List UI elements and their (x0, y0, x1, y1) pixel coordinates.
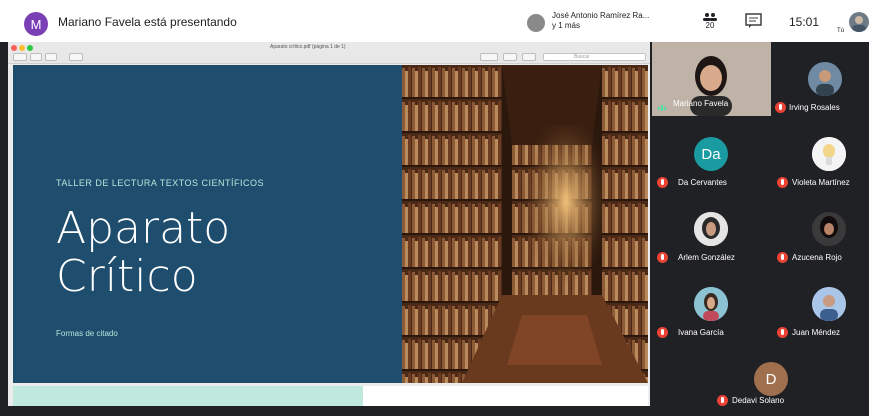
participant-tile-azucena[interactable]: Azucena Rojo (772, 208, 869, 266)
participant-name: Azucena Rojo (792, 253, 842, 262)
also-presenting-avatar[interactable] (527, 14, 545, 32)
participant-name: Mariano Favela (673, 99, 729, 108)
self-avatar[interactable] (849, 12, 869, 32)
participant-name: Dedavi Solano (732, 396, 785, 405)
minimize-window-button[interactable] (19, 45, 25, 51)
rotate-button[interactable] (503, 53, 517, 61)
participant-tile-irving[interactable]: Irving Rosales (772, 58, 869, 116)
participant-name: Arlem González (678, 253, 735, 262)
slide-kicker: TALLER DE LECTURA TEXTOS CIENTÍFICOS (56, 178, 265, 188)
zoom-out-button[interactable] (30, 53, 42, 61)
participant-name: Juan Méndez (792, 328, 841, 337)
slide-title: Aparato Crítico (56, 203, 231, 302)
library-illustration (402, 65, 648, 383)
presenting-banner: Mariano Favela está presentando (58, 15, 237, 29)
clock: 15:01 (789, 15, 820, 29)
participant-name: Ivana García (678, 328, 724, 337)
participant-tile-ivana[interactable]: Ivana García (652, 283, 762, 341)
speaking-icon (658, 99, 667, 111)
participant-tile-arlem[interactable]: Arlem González (652, 208, 762, 266)
participant-tile-mariano[interactable]: Mariano Favela (652, 42, 771, 116)
mic-off-icon (777, 177, 788, 188)
mic-off-icon (657, 327, 668, 338)
also-presenting-name: José Antonio Ramírez Ra... (552, 11, 650, 20)
avatar: D (754, 362, 788, 396)
also-presenting-more: y 1 más (552, 21, 581, 30)
mic-off-icon (657, 252, 668, 263)
avatar (812, 287, 846, 321)
library-photo (402, 65, 648, 383)
self-label: Tú (837, 28, 845, 34)
sidebar-toggle-button[interactable] (13, 53, 27, 61)
participant-tile-violeta[interactable]: Violeta Martínez (772, 133, 869, 191)
user-photo-icon (852, 16, 866, 32)
participant-tile-da[interactable]: Da Da Cervantes (652, 133, 762, 191)
avatar: Da (694, 137, 728, 171)
participant-tile-juan[interactable]: Juan Méndez (772, 283, 869, 341)
avatar (812, 212, 846, 246)
close-window-button[interactable] (11, 45, 17, 51)
avatar (694, 212, 728, 246)
avatar (808, 62, 842, 96)
next-page-preview-right (363, 386, 648, 406)
participant-name: Da Cervantes (678, 178, 727, 187)
mic-off-icon (777, 327, 788, 338)
mic-off-icon (657, 177, 668, 188)
mic-off-icon (717, 395, 728, 406)
participant-name: Irving Rosales (789, 103, 840, 112)
participants-count: 20 (705, 20, 715, 30)
annotate-button[interactable] (522, 53, 536, 61)
search-input[interactable]: Buscar (543, 53, 646, 61)
avatar (812, 137, 846, 171)
also-presenting-label[interactable]: José Antonio Ramírez Ra... y 1 más (552, 11, 687, 31)
share-button[interactable] (69, 53, 83, 61)
avatar (694, 287, 728, 321)
participant-name: Violeta Martínez (792, 178, 850, 187)
participants-button[interactable]: 20 (698, 10, 722, 32)
participant-tile-dedavi[interactable]: D Dedavi Solano (712, 358, 822, 416)
chat-icon[interactable] (745, 13, 762, 28)
mic-off-icon (775, 102, 786, 113)
presenter-avatar: M (24, 12, 48, 36)
mic-off-icon (777, 252, 788, 263)
zoom-in-button[interactable] (45, 53, 57, 61)
document-title: Aparato crítico.pdf (página 1 de 1) (270, 44, 346, 50)
zoom-window-button[interactable] (27, 45, 33, 51)
slide-subtitle: Formas de citado (56, 329, 118, 338)
markup-button[interactable] (480, 53, 498, 61)
people-icon (703, 12, 717, 21)
next-page-preview (13, 386, 363, 406)
